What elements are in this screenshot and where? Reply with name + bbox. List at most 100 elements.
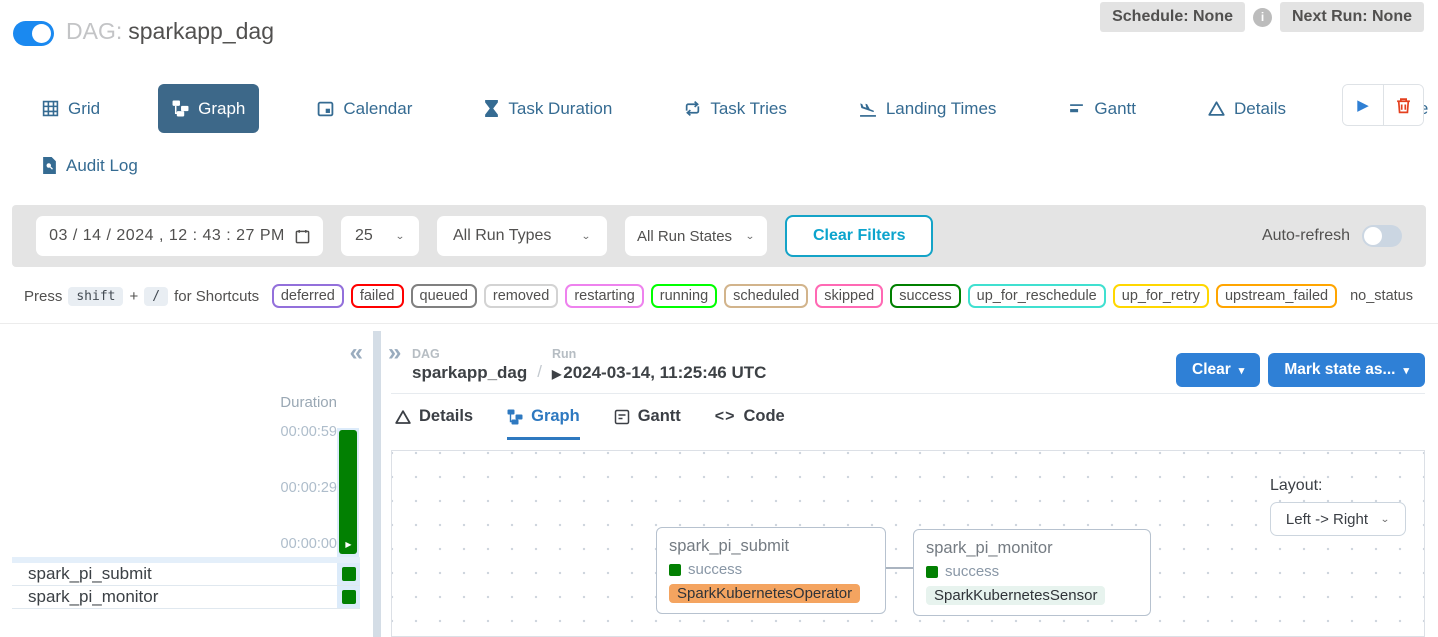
tab-label: Details bbox=[419, 407, 473, 426]
nav-row-1: Grid Graph Calendar Task Duration Task T… bbox=[28, 84, 1328, 133]
tab-task-tries[interactable]: Task Tries bbox=[670, 84, 801, 133]
hints-row: Press shift + / for Shortcuts deferred f… bbox=[24, 284, 1422, 308]
dag-run-column[interactable]: ▶ bbox=[337, 428, 359, 557]
clear-filters-button[interactable]: Clear Filters bbox=[785, 215, 933, 257]
legend-removed: removed bbox=[484, 284, 558, 308]
node-title: spark_pi_monitor bbox=[926, 539, 1138, 558]
chevron-down-icon: ⌄ bbox=[395, 230, 405, 241]
filter-bar: 03 / 14 / 2024 , 12 : 43 : 27 PM 25 ⌄ Al… bbox=[12, 205, 1426, 267]
duration-axis-label: Duration bbox=[280, 394, 337, 411]
run-timestamp: 2024-03-14, 11:25:46 UTC bbox=[563, 363, 766, 382]
calendar-icon bbox=[317, 100, 334, 117]
dag-actions: ▶ bbox=[1342, 84, 1424, 126]
node-title: spark_pi_submit bbox=[669, 537, 873, 556]
shortcut-suffix: for Shortcuts bbox=[174, 288, 259, 305]
tab-label: Task Tries bbox=[710, 99, 787, 119]
legend-failed: failed bbox=[351, 284, 404, 308]
task-instance-cell[interactable] bbox=[337, 563, 360, 585]
breadcrumb-dag[interactable]: DAG sparkapp_dag bbox=[412, 347, 527, 383]
tab-task-duration[interactable]: Task Duration bbox=[470, 84, 626, 133]
task-name: spark_pi_submit bbox=[28, 564, 152, 584]
task-instance-cell[interactable] bbox=[337, 586, 360, 608]
task-row-spark-pi-submit[interactable]: spark_pi_submit bbox=[12, 563, 360, 586]
run-states-select[interactable]: All Run States ⌄ bbox=[625, 216, 767, 256]
tab-details[interactable]: Details bbox=[1194, 84, 1300, 133]
trash-icon bbox=[1395, 97, 1412, 114]
task-state-square bbox=[342, 567, 356, 581]
task-edge bbox=[886, 567, 914, 569]
clear-button[interactable]: Clear ▾ bbox=[1176, 353, 1260, 387]
trigger-dag-button[interactable]: ▶ bbox=[1343, 85, 1383, 125]
tab-audit-log[interactable]: Audit Log bbox=[28, 141, 152, 190]
legend-running: running bbox=[651, 284, 717, 308]
tab-calendar[interactable]: Calendar bbox=[303, 84, 426, 133]
state-legend: deferred failed queued removed restartin… bbox=[272, 284, 1422, 308]
audit-log-icon bbox=[42, 157, 57, 174]
tab-run-code[interactable]: <> Code bbox=[715, 407, 785, 440]
breadcrumb-dag-name: sparkapp_dag bbox=[412, 363, 527, 383]
legend-queued: queued bbox=[411, 284, 477, 308]
node-state: success bbox=[926, 563, 1138, 580]
clear-label: Clear bbox=[1192, 361, 1231, 379]
state-square bbox=[926, 566, 938, 578]
run-actions: Clear ▾ Mark state as... ▾ bbox=[1176, 353, 1425, 387]
tab-label: Graph bbox=[198, 99, 245, 119]
toggle-knob bbox=[32, 24, 51, 43]
manual-run-icon: ▶ bbox=[345, 540, 351, 549]
chevron-down-icon: ▾ bbox=[1239, 364, 1245, 377]
base-date-value: 03 / 14 / 2024 , 12 : 43 : 27 PM bbox=[49, 227, 285, 245]
dag-prefix-label: DAG: bbox=[66, 18, 122, 44]
tab-run-graph[interactable]: Graph bbox=[507, 407, 580, 440]
tab-gantt[interactable]: Gantt bbox=[1054, 84, 1150, 133]
legend-restarting: restarting bbox=[565, 284, 643, 308]
legend-upstream-failed: upstream_failed bbox=[1216, 284, 1337, 308]
chevron-down-icon: ⌄ bbox=[1380, 513, 1390, 524]
legend-up-for-reschedule: up_for_reschedule bbox=[968, 284, 1106, 308]
airflow-dag-page: DAG:sparkapp_dag Schedule: None i Next R… bbox=[0, 0, 1438, 637]
breadcrumb-run-value: ▶2024-03-14, 11:25:46 UTC bbox=[552, 363, 766, 383]
run-tabs: Details Graph Gantt <> Code bbox=[395, 407, 785, 440]
expand-panel-button[interactable]: » bbox=[388, 341, 401, 365]
task-state-square bbox=[342, 590, 356, 604]
chevron-down-icon: ⌄ bbox=[745, 230, 755, 241]
run-types-select[interactable]: All Run Types ⌄ bbox=[437, 216, 607, 256]
task-name: spark_pi_monitor bbox=[28, 587, 158, 607]
page-size-select[interactable]: 25 ⌄ bbox=[341, 216, 419, 256]
slash-key: / bbox=[144, 287, 168, 306]
tab-graph[interactable]: Graph bbox=[158, 84, 259, 133]
mark-state-button[interactable]: Mark state as... ▾ bbox=[1268, 353, 1425, 387]
delete-dag-button[interactable] bbox=[1383, 85, 1423, 125]
collapse-panel-button[interactable]: « bbox=[350, 341, 363, 365]
layout-select[interactable]: Left -> Right ⌄ bbox=[1270, 502, 1406, 536]
divider-line bbox=[0, 323, 1438, 324]
tab-label: Calendar bbox=[343, 99, 412, 119]
grid-icon bbox=[42, 100, 59, 117]
graph-node-spark-pi-submit[interactable]: spark_pi_submit success SparkKubernetesO… bbox=[656, 527, 886, 614]
info-icon[interactable]: i bbox=[1253, 8, 1272, 27]
axis-tick: 00:00:59 bbox=[281, 424, 337, 440]
graph-icon bbox=[507, 409, 523, 425]
tab-run-gantt[interactable]: Gantt bbox=[614, 407, 681, 440]
base-date-input[interactable]: 03 / 14 / 2024 , 12 : 43 : 27 PM bbox=[36, 216, 323, 256]
tab-run-details[interactable]: Details bbox=[395, 407, 473, 440]
next-run-badge: Next Run: None bbox=[1280, 2, 1424, 32]
panel-resize-handle[interactable] bbox=[373, 331, 381, 637]
dag-pause-toggle[interactable] bbox=[13, 21, 54, 46]
gantt-doc-icon bbox=[614, 409, 630, 425]
tab-grid[interactable]: Grid bbox=[28, 84, 114, 133]
dag-run-duration-bar[interactable]: ▶ bbox=[339, 430, 357, 554]
toggle-knob bbox=[1364, 227, 1382, 245]
graph-node-spark-pi-monitor[interactable]: spark_pi_monitor success SparkKubernetes… bbox=[913, 529, 1151, 616]
content-area: « Duration 00:00:59 00:00:29 00:00:00 ▶ … bbox=[0, 331, 1438, 637]
nav-row-2: Audit Log bbox=[28, 141, 1328, 190]
graph-canvas[interactable]: Layout: Left -> Right ⌄ spark_pi_submit … bbox=[391, 450, 1425, 637]
auto-refresh-toggle[interactable] bbox=[1362, 225, 1402, 247]
tab-landing-times[interactable]: Landing Times bbox=[845, 84, 1011, 133]
page-header: DAG:sparkapp_dag Schedule: None i Next R… bbox=[0, 0, 1438, 64]
breadcrumb-run[interactable]: Run ▶2024-03-14, 11:25:46 UTC bbox=[552, 347, 766, 383]
code-icon: <> bbox=[715, 408, 736, 426]
tab-label: Grid bbox=[68, 99, 100, 119]
run-types-value: All Run Types bbox=[453, 227, 551, 245]
page-title: DAG:sparkapp_dag bbox=[66, 18, 274, 45]
task-row-spark-pi-monitor[interactable]: spark_pi_monitor bbox=[12, 586, 360, 609]
